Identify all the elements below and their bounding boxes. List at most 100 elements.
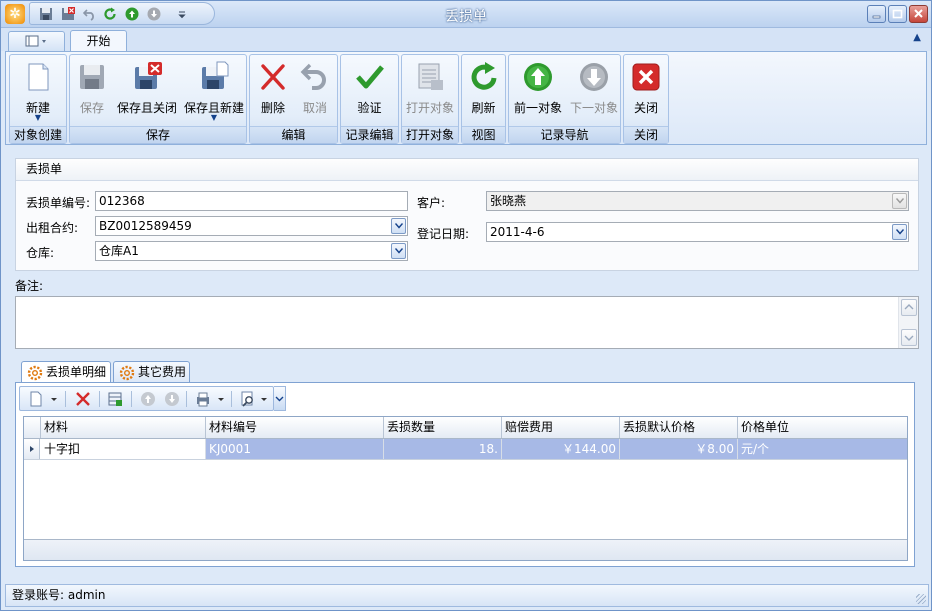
chevron-down-icon[interactable]	[260, 391, 268, 407]
minimize-icon	[872, 15, 881, 19]
warehouse-label: 仓库:	[26, 246, 55, 260]
grid-settings-icon[interactable]	[107, 391, 123, 407]
column-header-fee[interactable]: 赔偿费用	[502, 417, 620, 438]
new-document-icon	[28, 63, 49, 91]
ribbon-group-record-nav: 前一对象 下一对象 记录导航	[508, 54, 621, 144]
find-icon[interactable]	[240, 391, 256, 407]
app-window: ✲ 丢损单 开始 ▲ 新建 ▼ 对象创建 保存 保存且关闭 保存且新建 ▼ 保存…	[0, 0, 932, 611]
chevron-down-icon[interactable]	[391, 218, 406, 234]
next-object-button[interactable]: 下一对象	[567, 59, 621, 127]
move-up-icon[interactable]	[140, 391, 156, 407]
chevron-down-icon[interactable]	[50, 391, 58, 407]
save-and-close-button[interactable]: 保存且关闭	[114, 59, 180, 127]
grid-header: 材料 材料编号 丢损数量 赔偿费用 丢损默认价格 价格单位	[24, 417, 907, 439]
warehouse-select[interactable]: 仓库A1	[95, 241, 408, 261]
tab-start[interactable]: 开始	[70, 30, 127, 52]
gear-icon	[119, 365, 135, 381]
ribbon-group-open-object: 打开对象 打开对象	[401, 54, 459, 144]
detail-grid: 材料 材料编号 丢损数量 赔偿费用 丢损默认价格 价格单位 十字扣 KJ0001…	[23, 416, 908, 561]
open-object-icon	[418, 63, 443, 90]
arrow-up-icon	[524, 63, 552, 91]
column-header-price[interactable]: 丢损默认价格	[620, 417, 738, 438]
remarks-scrollbar[interactable]	[898, 297, 918, 348]
column-header-unit[interactable]: 价格单位	[738, 417, 907, 438]
refresh-icon	[471, 62, 496, 90]
refresh-button[interactable]: 刷新	[462, 59, 505, 127]
open-object-button[interactable]: 打开对象	[402, 59, 458, 127]
column-header-qty[interactable]: 丢损数量	[384, 417, 502, 438]
ribbon-group-edit: 删除 取消 编辑	[249, 54, 338, 144]
scroll-down-icon[interactable]	[901, 329, 917, 346]
toolbar-overflow-icon[interactable]	[274, 386, 286, 411]
cell-code[interactable]: KJ0001	[206, 439, 384, 459]
cell-qty[interactable]: 18.	[384, 439, 502, 459]
previous-object-button[interactable]: 前一对象	[511, 59, 565, 127]
customer-label: 客户:	[417, 196, 446, 210]
arrow-down-icon	[580, 63, 608, 91]
cell-fee[interactable]: ￥144.00	[502, 439, 620, 459]
remarks-label: 备注:	[15, 279, 44, 293]
form-panel-title: 丢损单	[16, 159, 918, 181]
move-down-icon[interactable]	[164, 391, 180, 407]
customer-select[interactable]: 张晓燕	[486, 191, 909, 211]
status-bar: 登录账号: admin	[5, 584, 929, 607]
close-icon	[914, 9, 923, 18]
delete-icon[interactable]	[75, 391, 91, 407]
collapse-ribbon-icon[interactable]: ▲	[913, 32, 921, 43]
new-row-icon[interactable]	[28, 391, 44, 407]
close-window-button[interactable]	[909, 5, 928, 23]
application-menu-button[interactable]	[8, 31, 65, 51]
chevron-down-icon[interactable]	[892, 193, 907, 209]
chevron-down-icon[interactable]	[217, 391, 225, 407]
checkmark-icon	[355, 65, 384, 89]
number-label: 丢损单编号:	[26, 196, 91, 210]
minimize-button[interactable]	[867, 5, 886, 23]
gear-icon	[27, 365, 43, 381]
login-account: 登录账号: admin	[12, 588, 106, 602]
cell-unit[interactable]: 元/个	[738, 439, 907, 459]
tab-damage-detail[interactable]: 丢损单明细	[21, 361, 111, 384]
chevron-down-icon[interactable]	[391, 243, 406, 259]
chevron-down-icon[interactable]	[892, 224, 907, 240]
save-new-dropdown-icon[interactable]: ▼	[182, 113, 246, 122]
cell-material[interactable]: 十字扣	[41, 439, 206, 459]
remarks-textarea[interactable]	[15, 296, 919, 349]
menu-icon	[25, 35, 46, 47]
table-row[interactable]: 十字扣 KJ0001 18. ￥144.00 ￥8.00 元/个	[24, 439, 907, 460]
scroll-up-icon[interactable]	[901, 299, 917, 316]
number-field[interactable]: 012368	[95, 191, 408, 211]
date-field[interactable]: 2011-4-6	[486, 222, 909, 242]
tab-other-fees[interactable]: 其它费用	[113, 361, 190, 383]
cell-price[interactable]: ￥8.00	[620, 439, 738, 459]
date-label: 登记日期:	[417, 227, 470, 241]
undo-icon	[300, 63, 326, 90]
close-button[interactable]: 关闭	[624, 59, 668, 127]
contract-select[interactable]: BZ0012589459	[95, 216, 408, 236]
row-indicator-icon[interactable]	[24, 439, 40, 459]
column-header-material[interactable]: 材料	[41, 417, 206, 438]
maximize-icon	[892, 9, 903, 19]
print-icon[interactable]	[195, 391, 211, 407]
save-new-icon	[202, 61, 229, 89]
ribbon: 新建 ▼ 对象创建 保存 保存且关闭 保存且新建 ▼ 保存 删除 取消 编辑 验…	[5, 51, 927, 145]
detail-panel: 材料 材料编号 丢损数量 赔偿费用 丢损默认价格 价格单位 十字扣 KJ0001…	[15, 382, 915, 567]
cancel-button[interactable]: 取消	[294, 59, 336, 127]
resize-grip-icon[interactable]	[916, 594, 926, 604]
new-dropdown-icon[interactable]: ▼	[10, 113, 66, 122]
close-icon	[632, 63, 660, 91]
grid-toolbar	[19, 386, 274, 411]
save-and-new-button[interactable]: 保存且新建 ▼	[182, 59, 246, 127]
delete-button[interactable]: 删除	[252, 59, 294, 127]
save-button[interactable]: 保存	[72, 59, 112, 127]
save-close-icon	[135, 62, 162, 89]
form-panel: 丢损单 丢损单编号: 012368 出租合约: BZ0012589459 仓库:…	[15, 158, 919, 271]
maximize-button[interactable]	[888, 5, 907, 23]
contract-label: 出租合约:	[26, 221, 79, 235]
ribbon-group-create: 新建 ▼ 对象创建	[9, 54, 67, 144]
title-bar: ✲ 丢损单	[1, 1, 931, 28]
validate-button[interactable]: 验证	[341, 59, 398, 127]
ribbon-group-view: 刷新 视图	[461, 54, 506, 144]
grid-footer	[24, 539, 907, 560]
column-header-code[interactable]: 材料编号	[206, 417, 384, 438]
new-button[interactable]: 新建 ▼	[10, 59, 66, 127]
